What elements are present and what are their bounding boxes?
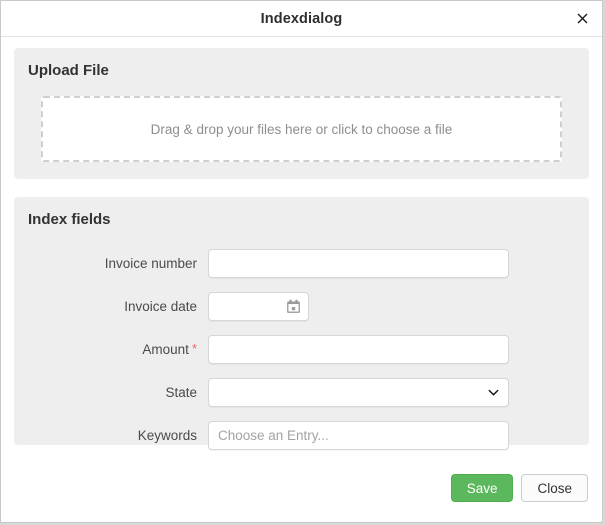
- index-dialog: Indexdialog Upload File Drag & drop your…: [0, 0, 603, 523]
- close-icon[interactable]: [571, 8, 593, 30]
- upload-file-panel: Upload File Drag & drop your files here …: [14, 48, 589, 179]
- field-row-invoice-date: Invoice date: [14, 288, 589, 325]
- field-row-state: State: [14, 374, 589, 411]
- dialog-footer: Save Close: [1, 460, 602, 522]
- index-section-title: Index fields: [14, 197, 589, 228]
- amount-input[interactable]: [208, 335, 509, 364]
- field-row-invoice-number: Invoice number: [14, 245, 589, 282]
- dialog-titlebar: Indexdialog: [1, 1, 602, 37]
- state-select[interactable]: [208, 378, 509, 407]
- dialog-title: Indexdialog: [261, 11, 343, 27]
- chevron-down-icon[interactable]: [488, 387, 499, 398]
- calendar-icon[interactable]: [286, 299, 301, 314]
- state-label: State: [14, 385, 208, 400]
- invoice-number-label: Invoice number: [14, 256, 208, 271]
- keywords-label: Keywords: [14, 428, 208, 443]
- field-row-keywords: Keywords: [14, 417, 589, 454]
- index-fields-form: Invoice number Invoice date: [14, 245, 589, 454]
- dialog-body: Upload File Drag & drop your files here …: [1, 37, 602, 460]
- dropzone-label: Drag & drop your files here or click to …: [151, 122, 453, 137]
- amount-label: Amount*: [14, 342, 208, 357]
- field-row-amount: Amount*: [14, 331, 589, 368]
- invoice-number-input[interactable]: [208, 249, 509, 278]
- keywords-input[interactable]: [208, 421, 509, 450]
- invoice-date-input[interactable]: [208, 292, 309, 321]
- upload-section-title: Upload File: [14, 48, 589, 79]
- invoice-date-label: Invoice date: [14, 299, 208, 314]
- file-dropzone[interactable]: Drag & drop your files here or click to …: [41, 96, 562, 162]
- save-button[interactable]: Save: [451, 474, 514, 502]
- close-button[interactable]: Close: [521, 474, 588, 502]
- close-glyph: [577, 13, 588, 24]
- amount-label-text: Amount: [142, 342, 189, 357]
- index-fields-panel: Index fields Invoice number Invoice date: [14, 197, 589, 445]
- required-asterisk: *: [192, 341, 197, 356]
